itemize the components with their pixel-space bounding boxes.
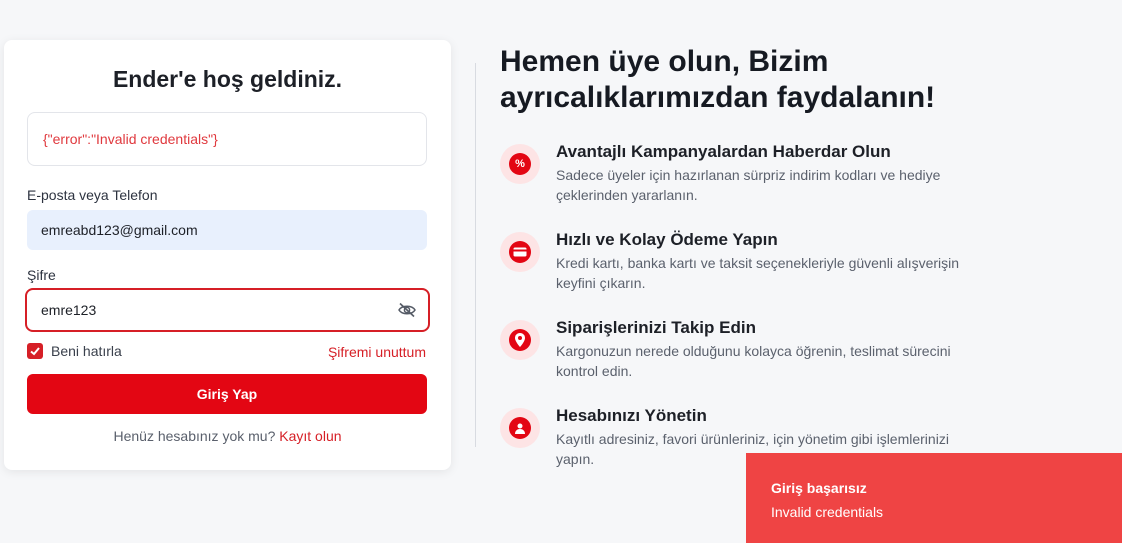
feature-title: Siparişlerinizi Takip Edin xyxy=(556,318,756,337)
remember-me-checkbox[interactable]: Beni hatırla xyxy=(27,343,122,359)
section-divider xyxy=(475,63,476,447)
feature-title: Hızlı ve Kolay Ödeme Yapın xyxy=(556,230,778,249)
forgot-password-link[interactable]: Şifremi unuttum xyxy=(328,344,426,360)
remember-me-label: Beni hatırla xyxy=(51,343,122,359)
checkbox-checked-icon xyxy=(27,343,43,359)
toast-title: Giriş başarısız xyxy=(771,480,867,496)
password-field[interactable]: emre123 xyxy=(25,288,430,332)
hero-title: Hemen üye olun, Bizim ayrıcalıklarımızda… xyxy=(500,45,936,114)
signup-link[interactable]: Kayıt olun xyxy=(279,428,341,444)
feature-title: Hesabınızı Yönetin xyxy=(556,406,707,425)
percent-icon: % xyxy=(500,144,540,184)
login-button[interactable]: Giriş Yap xyxy=(27,374,427,414)
toast-message: Invalid credentials xyxy=(771,504,884,520)
email-field[interactable]: emreabd123@gmail.com xyxy=(27,210,427,250)
login-card: Ender'e hoş geldiniz. {"error":"Invalid … xyxy=(4,40,451,470)
user-icon xyxy=(500,408,540,448)
feature-title: Avantajlı Kampanyalardan Haberdar Olun xyxy=(556,142,891,161)
signup-prompt: Henüz hesabınız yok mu? xyxy=(113,428,276,444)
location-pin-icon xyxy=(500,320,540,360)
email-value: emreabd123@gmail.com xyxy=(41,222,198,238)
feature-description: Kargonuzun nerede olduğunu kolayca öğren… xyxy=(556,343,951,379)
eye-off-icon[interactable] xyxy=(398,302,416,318)
password-value: emre123 xyxy=(41,302,97,318)
feature-description: Sadece üyeler için hazırlanan sürpriz in… xyxy=(556,167,941,203)
error-alert: {"error":"Invalid credentials"} xyxy=(27,112,427,166)
error-toast[interactable]: Giriş başarısız Invalid credentials xyxy=(746,453,1122,543)
email-label: E-posta veya Telefon xyxy=(27,187,158,203)
password-label: Şifre xyxy=(27,267,56,283)
feature-description: Kredi kartı, banka kartı ve taksit seçen… xyxy=(556,255,960,291)
credit-card-icon xyxy=(500,232,540,272)
login-title: Ender'e hoş geldiniz. xyxy=(112,66,343,92)
error-message: {"error":"Invalid credentials"} xyxy=(43,131,218,147)
signup-prompt-row: Henüz hesabınız yok mu? Kayıt olun xyxy=(4,428,451,444)
